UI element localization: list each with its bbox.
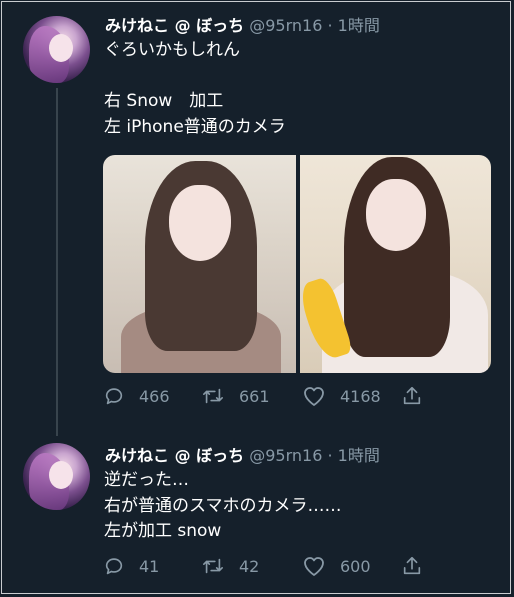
avatar[interactable] bbox=[23, 443, 90, 510]
photo-left-face bbox=[169, 185, 231, 261]
like-action[interactable]: 600 bbox=[302, 555, 371, 577]
handle-and-time[interactable]: @95rn16 · 1時間 bbox=[249, 446, 380, 465]
retweet-count: 42 bbox=[239, 556, 260, 576]
avatar-face bbox=[49, 461, 73, 489]
photo-right[interactable] bbox=[300, 155, 491, 373]
tweet-actions: 41 42 600 bbox=[103, 555, 423, 579]
share-action[interactable] bbox=[401, 555, 423, 577]
like-icon[interactable] bbox=[302, 555, 326, 577]
reply-count: 41 bbox=[139, 556, 160, 576]
tweet-text: ぐろいかもしれん 右 Snow 加工 左 iPhone普通のカメラ bbox=[104, 40, 286, 137]
reply-action[interactable]: 466 bbox=[103, 385, 170, 407]
display-name[interactable]: みけねこ @ ぼっち bbox=[105, 446, 244, 465]
like-action[interactable]: 4168 bbox=[302, 385, 381, 407]
avatar-face bbox=[49, 34, 73, 62]
reply-icon[interactable] bbox=[103, 555, 125, 577]
like-count: 4168 bbox=[340, 386, 381, 406]
share-action[interactable] bbox=[401, 385, 423, 407]
retweet-action[interactable]: 661 bbox=[201, 385, 270, 407]
retweet-action[interactable]: 42 bbox=[201, 555, 259, 577]
photo-grid bbox=[103, 155, 491, 373]
retweet-icon[interactable] bbox=[201, 555, 225, 577]
reply-count: 466 bbox=[139, 386, 170, 406]
thread-connector-line bbox=[56, 88, 58, 436]
tweet-header: みけねこ @ ぼっち @95rn16 · 1時間 bbox=[105, 442, 380, 466]
tweet-text: 逆だった… 右が普通のスマホのカメラ…… 左が加工 snow bbox=[104, 470, 342, 541]
like-count: 600 bbox=[340, 556, 371, 576]
share-icon[interactable] bbox=[401, 385, 423, 407]
retweet-count: 661 bbox=[239, 386, 270, 406]
reply-icon[interactable] bbox=[103, 385, 125, 407]
handle-and-time[interactable]: @95rn16 · 1時間 bbox=[249, 16, 380, 35]
display-name[interactable]: みけねこ @ ぼっち bbox=[105, 16, 244, 35]
share-icon[interactable] bbox=[401, 555, 423, 577]
photo-left[interactable] bbox=[103, 155, 296, 373]
retweet-icon[interactable] bbox=[201, 385, 225, 407]
avatar[interactable] bbox=[23, 16, 90, 83]
like-icon[interactable] bbox=[302, 385, 326, 407]
tweet-header: みけねこ @ ぼっち @95rn16 · 1時間 bbox=[105, 12, 380, 36]
photo-right-face bbox=[366, 179, 426, 251]
reply-action[interactable]: 41 bbox=[103, 555, 159, 577]
tweet-actions: 466 661 4168 bbox=[103, 385, 423, 409]
